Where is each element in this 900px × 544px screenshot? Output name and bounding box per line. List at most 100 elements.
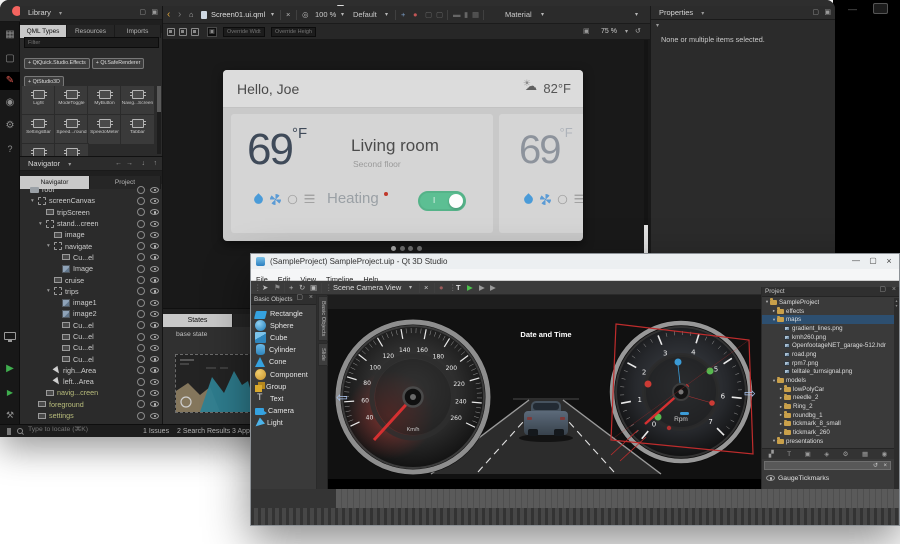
bookmark-icon[interactable]: [7, 428, 11, 435]
basic-object-item[interactable]: Sphere: [251, 319, 316, 331]
navigator-item[interactable]: ▾navigate: [20, 240, 162, 251]
bounds-icon[interactable]: [179, 28, 187, 36]
layout-icon[interactable]: ▢: [425, 6, 432, 24]
close-panel-icon[interactable]: ×: [892, 285, 896, 295]
library-component[interactable]: [22, 144, 55, 156]
grid-icon[interactable]: ▦: [472, 6, 479, 24]
visibility-icon[interactable]: [150, 221, 159, 227]
heat-waves-icon[interactable]: [575, 195, 583, 205]
project-tree-item[interactable]: gradient_lines.png: [762, 324, 894, 333]
basic-object-item[interactable]: Group: [251, 380, 316, 392]
kit-selector-icon[interactable]: [4, 332, 16, 340]
toggle-knob[interactable]: [449, 194, 463, 208]
visibility-icon[interactable]: [150, 356, 159, 362]
basic-object-item[interactable]: Camera: [251, 405, 316, 417]
chevron-down-icon[interactable]: ▾: [68, 162, 71, 168]
project-tree-item[interactable]: ▾presentations: [762, 437, 894, 446]
project-scrollbar[interactable]: ▴▾: [894, 298, 899, 489]
step-end-icon[interactable]: ▶: [490, 281, 496, 295]
close-panel-icon[interactable]: ×: [309, 293, 313, 303]
navigator-item[interactable]: cruise: [20, 274, 162, 285]
add-import-button[interactable]: + Qt.SafeRenderer: [92, 58, 145, 69]
project-tree-item[interactable]: ▸lowPolyCar: [762, 385, 894, 394]
move-down-icon[interactable]: ↓: [142, 157, 146, 171]
project-tree-item[interactable]: kmh260.png: [762, 333, 894, 342]
navigator-item[interactable]: Cu...el: [20, 320, 162, 331]
spa-icon[interactable]: [558, 195, 567, 204]
fan-icon[interactable]: [270, 194, 281, 205]
document-selector[interactable]: Screen01.ui.qml: [211, 6, 265, 24]
maximize-button[interactable]: ▢: [866, 256, 880, 265]
anchor-icon[interactable]: +: [401, 6, 405, 24]
align-icon[interactable]: ▬: [453, 6, 461, 24]
outline-icon[interactable]: [191, 28, 199, 36]
visibility-icon[interactable]: [150, 334, 159, 340]
navigator-item[interactable]: ▾trips: [20, 286, 162, 297]
material-icon[interactable]: ◈: [824, 450, 829, 458]
basic-object-item[interactable]: Text: [251, 392, 316, 404]
layout-icon[interactable]: ▢: [436, 6, 443, 24]
project-tree-item[interactable]: ▾maps: [762, 315, 894, 324]
library-component[interactable]: SpeedoMeter: [88, 115, 121, 144]
visibility-icon[interactable]: [150, 300, 159, 306]
projects-mode-icon[interactable]: ⚙: [0, 117, 20, 135]
chevron-down-icon[interactable]: ▾: [625, 24, 628, 40]
library-component[interactable]: ModeToggle: [55, 86, 88, 115]
navigator-item[interactable]: left...Area: [20, 376, 162, 387]
add-import-button[interactable]: + QtQuick.Studio.Effects: [24, 58, 90, 69]
project-tree-item[interactable]: road.png: [762, 350, 894, 359]
camera-view-selector[interactable]: Scene Camera View: [333, 281, 401, 295]
export-icon[interactable]: [137, 378, 145, 386]
timeline-ruler[interactable]: [251, 508, 899, 525]
project-tree-item[interactable]: rpm7.png: [762, 359, 894, 368]
visibility-icon[interactable]: [150, 413, 159, 419]
export-icon[interactable]: [137, 242, 145, 250]
canvas-zoom-level[interactable]: 75 %: [601, 24, 617, 40]
library-component[interactable]: [55, 144, 88, 156]
search-results-pane-button[interactable]: 2 Search Results: [177, 425, 230, 437]
export-icon[interactable]: [137, 220, 145, 228]
project-tree-item[interactable]: ▸needle_2: [762, 394, 894, 403]
chevron-down-icon[interactable]: ▾: [409, 281, 412, 295]
expand-arrow-icon[interactable]: ▾: [47, 288, 54, 294]
visibility-icon[interactable]: [150, 266, 159, 272]
refresh-icon[interactable]: ↺: [873, 462, 878, 470]
visibility-icon[interactable]: [150, 401, 159, 407]
expand-arrow-icon[interactable]: ▾: [39, 221, 46, 227]
navigator-item[interactable]: Cu...el: [20, 342, 162, 353]
debug-mode-icon[interactable]: ◉: [0, 94, 20, 112]
float-panel-icon[interactable]: ▢: [296, 293, 303, 303]
image-icon[interactable]: ▣: [805, 450, 811, 458]
visibility-icon[interactable]: [150, 367, 159, 373]
basic-object-item[interactable]: Cube: [251, 331, 316, 343]
close-view-icon[interactable]: ×: [424, 281, 428, 295]
navigator-item[interactable]: settings: [20, 410, 162, 421]
project-tree-item[interactable]: OpenfootageNET_garage-512.hdr: [762, 341, 894, 350]
library-component[interactable]: Navig...Screen: [121, 86, 154, 115]
minimize-button[interactable]: —: [849, 256, 863, 265]
run-kit-button[interactable]: ▶: [0, 384, 20, 402]
visibility-icon[interactable]: [150, 288, 159, 294]
panel-box-icon[interactable]: [873, 3, 888, 14]
override-width-input[interactable]: [223, 27, 265, 37]
visibility-icon[interactable]: [766, 475, 775, 481]
expand-arrow-icon[interactable]: ▾: [31, 198, 38, 204]
chevron-down-icon[interactable]: ▾: [341, 6, 344, 24]
tab-states[interactable]: States: [163, 314, 233, 327]
export-icon[interactable]: [137, 186, 145, 194]
move-tool-icon[interactable]: +: [289, 281, 293, 295]
basic-object-item[interactable]: Rectangle: [251, 307, 316, 319]
float-panel-icon[interactable]: ▢: [139, 6, 146, 20]
application-output-pane-button[interactable]: 3 App: [232, 425, 250, 437]
expand-arrow-icon[interactable]: ▾: [47, 243, 54, 249]
navigator-item[interactable]: ▾stand...creen: [20, 218, 162, 229]
navigator-item[interactable]: Image: [20, 263, 162, 274]
home-icon[interactable]: ⌂: [189, 6, 194, 24]
basic-object-item[interactable]: Cone: [251, 356, 316, 368]
navigator-item[interactable]: navig...creen: [20, 387, 162, 398]
canvas-color-button[interactable]: ▣: [207, 27, 217, 37]
navigator-item[interactable]: image: [20, 229, 162, 240]
export-icon[interactable]: [137, 344, 145, 352]
visibility-icon[interactable]: [150, 254, 159, 260]
style-selector[interactable]: Default: [353, 6, 377, 24]
